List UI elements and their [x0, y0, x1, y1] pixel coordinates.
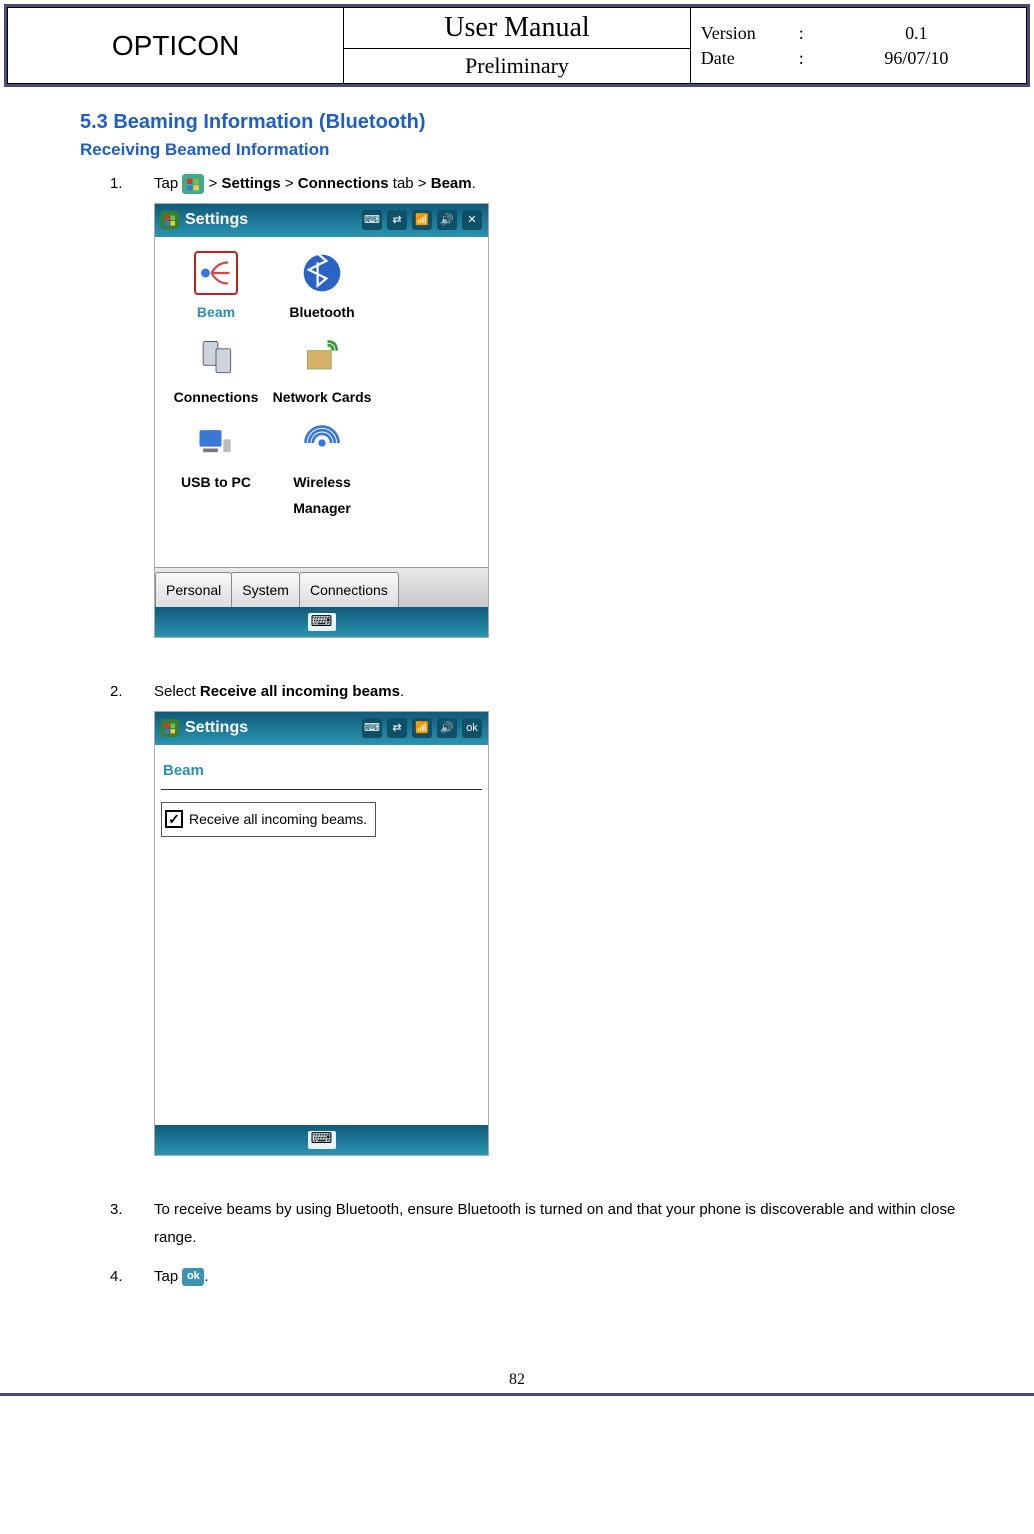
ok-button[interactable]: ok	[462, 718, 482, 738]
item-network-cards[interactable]: Network Cards	[269, 332, 375, 417]
receive-beams-checkbox[interactable]: ✓ Receive all incoming beams.	[161, 802, 376, 837]
tabs: Personal System Connections	[155, 567, 488, 608]
tab-system[interactable]: System	[231, 572, 300, 608]
usb-to-pc-icon	[194, 421, 238, 465]
signal-icon[interactable]: 📶	[412, 210, 432, 230]
keyboard-icon: ⌨	[308, 1131, 336, 1149]
checkbox-label: Receive all incoming beams.	[189, 806, 367, 833]
page-content: 5.3 Beaming Information (Bluetooth) Rece…	[0, 91, 1034, 1341]
doc-title: User Manual	[344, 8, 690, 49]
beam-icon	[194, 251, 238, 295]
page-header: OPTICON User Manual Version:0.1 Date:96/…	[4, 4, 1030, 87]
item-bluetooth[interactable]: Bluetooth	[269, 247, 375, 332]
signal-icon[interactable]: 📶	[412, 718, 432, 738]
connectivity-icon[interactable]: ⇄	[387, 210, 407, 230]
screen-title: Settings	[185, 205, 356, 235]
keyboard-icon: ⌨	[308, 613, 336, 631]
step-3: 3. To receive beams by using Bluetooth, …	[110, 1196, 974, 1253]
sip-icon[interactable]: ⌨	[362, 718, 382, 738]
divider	[161, 789, 482, 790]
sip-icon[interactable]: ⌨	[362, 210, 382, 230]
step-2: 2. Select Receive all incoming beams. Se…	[110, 678, 974, 1186]
item-connections[interactable]: Connections	[163, 332, 269, 417]
page-number: 82	[0, 1371, 1034, 1396]
start-icon	[182, 174, 204, 194]
wireless-manager-icon	[300, 421, 344, 465]
item-beam[interactable]: Beam	[163, 247, 269, 332]
sip-bar[interactable]: ⌨	[155, 607, 488, 637]
page-subtitle: Beam	[163, 757, 480, 786]
tab-connections[interactable]: Connections	[299, 572, 399, 608]
network-cards-icon	[300, 336, 344, 380]
tab-personal[interactable]: Personal	[155, 572, 232, 608]
screenshot-settings-connections: Settings ⌨ ⇄ 📶 🔊 ✕	[154, 203, 489, 639]
section-subhead: Receiving Beamed Information	[80, 140, 974, 160]
checkbox-icon: ✓	[165, 810, 183, 828]
item-wireless-manager[interactable]: Wireless Manager	[269, 417, 375, 502]
step-1: 1. Tap > Settings > Connections tab > Be…	[110, 170, 974, 668]
ok-icon: ok	[182, 1268, 204, 1286]
volume-icon[interactable]: 🔊	[437, 718, 457, 738]
step-num: 2.	[110, 678, 128, 1186]
connectivity-icon[interactable]: ⇄	[387, 718, 407, 738]
version-label: Version	[701, 23, 791, 44]
screenshot-beam-settings: Settings ⌨ ⇄ 📶 🔊 ok Beam ✓	[154, 711, 489, 1156]
section-heading: 5.3 Beaming Information (Bluetooth)	[80, 111, 974, 134]
start-icon[interactable]	[161, 211, 179, 229]
step-4: 4. Tap ok.	[110, 1263, 974, 1292]
connections-icon	[194, 336, 238, 380]
doc-subtitle: Preliminary	[344, 49, 690, 84]
item-usb-to-pc[interactable]: USB to PC	[163, 417, 269, 502]
step-num: 4.	[110, 1263, 128, 1292]
doc-meta: Version:0.1 Date:96/07/10	[690, 8, 1026, 84]
version-value: 0.1	[817, 23, 1016, 44]
step-num: 1.	[110, 170, 128, 668]
volume-icon[interactable]: 🔊	[437, 210, 457, 230]
bluetooth-icon	[300, 251, 344, 295]
close-icon[interactable]: ✕	[462, 210, 482, 230]
step-num: 3.	[110, 1196, 128, 1253]
screen-title: Settings	[185, 713, 356, 743]
brand: OPTICON	[8, 8, 344, 84]
date-value: 96/07/10	[817, 48, 1016, 69]
date-label: Date	[701, 48, 791, 69]
sip-bar[interactable]: ⌨	[155, 1125, 488, 1155]
start-icon[interactable]	[161, 719, 179, 737]
